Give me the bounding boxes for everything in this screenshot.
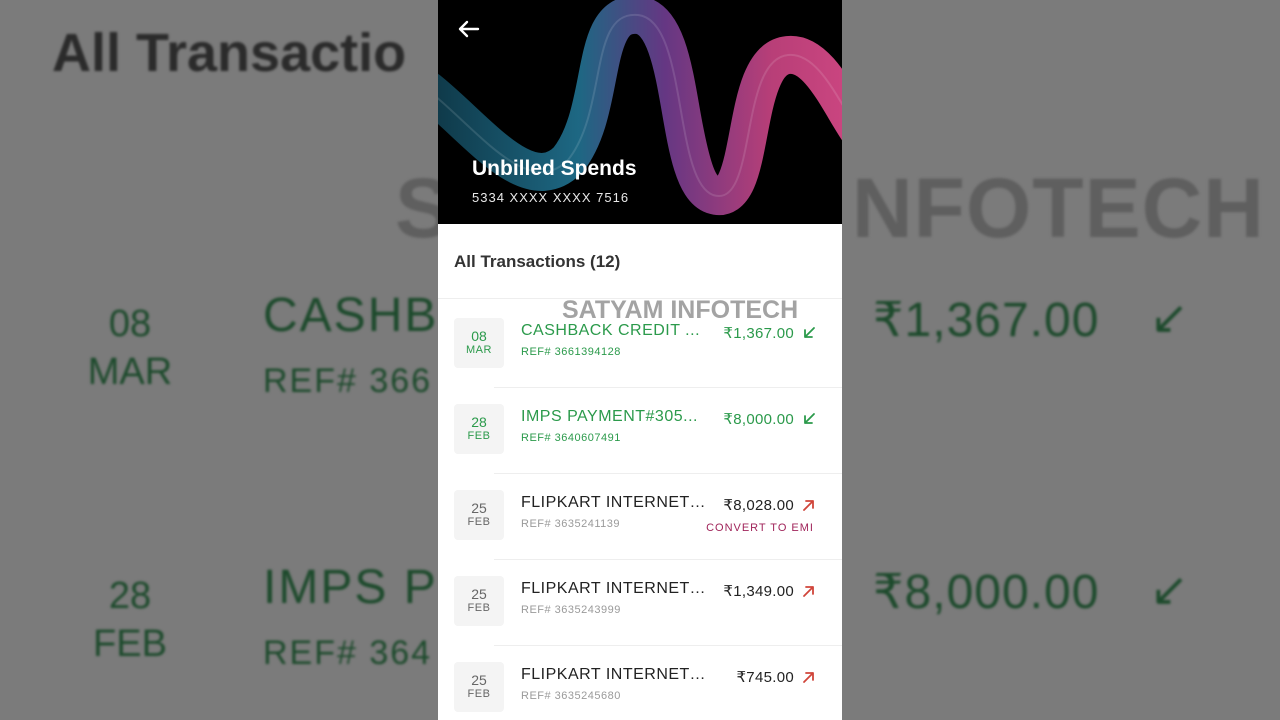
date-month: FEB [467,516,491,528]
backdrop-desc: CASHB [263,289,439,342]
backdrop-ref: REF# 366 [263,362,433,400]
backdrop-day: 28 [108,575,152,617]
transaction-ref: REF# 3661394128 [521,346,621,358]
transaction-amount: ₹1,367.00 [723,325,794,342]
transaction-row[interactable]: 25 FEB FLIPKART INTERNET ... REF# 363524399… [438,560,842,646]
date-badge: 25 FEB [454,662,504,712]
date-month: FEB [467,602,491,614]
credit-arrow-icon [804,413,815,424]
transaction-row[interactable]: 25 FEB FLIPKART INTERNET ... REF# 363524113… [438,474,842,560]
back-arrow-icon[interactable] [454,16,482,44]
convert-to-emi-link[interactable]: CONVERT TO EMI [706,522,814,534]
backdrop-ref: REF# 364 [263,634,433,672]
date-month: FEB [467,430,491,442]
debit-arrow-icon [803,586,814,597]
transaction-row[interactable]: 25 FEB FLIPKART INTERNET P... REF# 36352456… [438,646,842,720]
date-badge: 08 MAR [454,318,504,368]
backdrop-month: MAR [87,351,173,393]
transaction-amount: ₹1,349.00 [723,583,794,600]
backdrop-day: 08 [108,303,152,345]
transaction-amount: ₹745.00 [736,669,794,686]
backdrop-amount: ₹1,367.00 [873,294,1100,347]
date-day: 25 [471,586,487,602]
date-day: 25 [471,500,487,516]
transaction-description: FLIPKART INTERNET ... [521,494,706,511]
transaction-ref: REF# 3635241139 [521,518,621,530]
transaction-description: FLIPKART INTERNET P... [521,666,706,683]
credit-arrow-icon [804,327,815,338]
date-day: 28 [471,414,487,430]
transaction-ref: REF# 3635245680 [521,690,621,702]
backdrop-arrow-icon: ↙ [1150,563,1189,615]
header-banner: Unbilled Spends 5334 XXXX XXXX 7516 [438,0,842,224]
transactions-heading: All Transactions (12) [454,252,621,271]
date-badge: 25 FEB [454,576,504,626]
page-title: Unbilled Spends [472,157,637,180]
backdrop-brand-right: NFOTECH [852,161,1265,255]
date-badge: 25 FEB [454,490,504,540]
backdrop-desc: IMPS P [263,561,438,614]
date-day: 08 [471,328,487,344]
debit-arrow-icon [803,672,814,683]
phone-screen: Unbilled Spends 5334 XXXX XXXX 7516 All … [438,0,842,720]
date-month: MAR [466,344,492,356]
date-day: 25 [471,672,487,688]
backdrop-month: FEB [93,623,167,665]
card-number: 5334 XXXX XXXX 7516 [472,190,630,205]
transaction-ref: REF# 3640607491 [521,432,621,444]
transaction-description: IMPS PAYMENT#305... [521,408,698,425]
debit-arrow-icon [803,500,814,511]
backdrop-amount: ₹8,000.00 [873,566,1100,619]
transaction-ref: REF# 3635243999 [521,604,621,616]
backdrop-title: All Transactio [52,23,407,83]
transaction-description: FLIPKART INTERNET ... [521,580,706,597]
watermark-text: SATYAM INFOTECH [562,296,799,324]
date-badge: 28 FEB [454,404,504,454]
date-month: FEB [467,688,491,700]
transaction-row[interactable]: 28 FEB IMPS PAYMENT#305... REF# 3640607491 ₹… [438,388,842,474]
backdrop-arrow-icon: ↙ [1150,291,1189,343]
transaction-amount: ₹8,028.00 [723,497,794,514]
transaction-amount: ₹8,000.00 [723,411,794,428]
